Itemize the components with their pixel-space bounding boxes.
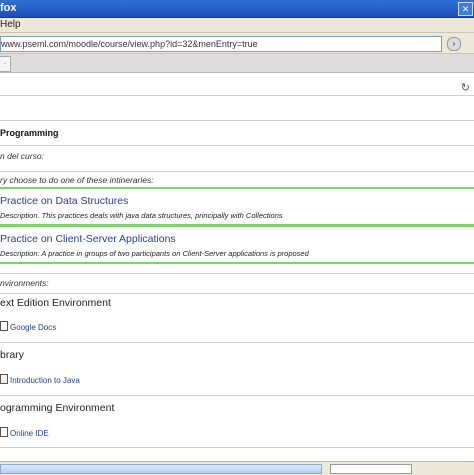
course-intro: n del curso:	[0, 151, 44, 161]
resource-link[interactable]: Online IDE	[0, 427, 49, 438]
section-title: ogramming Environment	[0, 402, 115, 414]
horizontal-scrollbar[interactable]	[0, 464, 322, 474]
page-content: ↻ Programming n del curso: ry choose to …	[0, 73, 474, 461]
option-link-client-server[interactable]: Practice on Client-Server Applications	[0, 233, 176, 245]
divider	[0, 145, 474, 146]
address-bar: www.pseml.com/moodle/course/view.php?id=…	[0, 33, 474, 54]
divider	[0, 395, 474, 396]
tab-bar: ·	[0, 54, 474, 73]
resource-link[interactable]: Introduction to Java	[0, 374, 80, 385]
document-icon	[0, 321, 8, 331]
divider	[0, 293, 474, 294]
option-description: Description: A practice in groups of two…	[0, 249, 309, 258]
itinerary-option: Practice on Data Structures Description.…	[0, 187, 474, 226]
divider	[0, 120, 474, 121]
environments-label: nvironments:	[0, 278, 49, 288]
divider	[0, 447, 474, 448]
close-window-button[interactable]: ✕	[458, 2, 473, 16]
section-title: ext Edition Environment	[0, 297, 111, 309]
itinerary-option: Practice on Client-Server Applications D…	[0, 225, 474, 264]
document-icon	[0, 427, 8, 437]
go-button[interactable]: ›	[447, 37, 461, 51]
browser-tab[interactable]: ·	[0, 56, 11, 72]
url-field[interactable]: www.pseml.com/moodle/course/view.php?id=…	[0, 36, 442, 52]
divider	[0, 342, 474, 343]
resource-link[interactable]: Google Docs	[0, 321, 56, 332]
option-description: Description. This practices deals with j…	[0, 211, 283, 220]
menu-help[interactable]: Help	[0, 19, 21, 30]
course-title: Programming	[0, 128, 59, 138]
status-bar	[0, 461, 474, 475]
refresh-icon[interactable]: ↻	[461, 81, 470, 94]
title-bar: fox ✕	[0, 0, 474, 18]
document-icon	[0, 374, 8, 384]
section-title: brary	[0, 349, 24, 361]
window-title: fox	[0, 2, 17, 14]
menu-bar: Help	[0, 18, 474, 33]
divider	[0, 171, 474, 172]
itinerary-instruction: ry choose to do one of these intinerarie…	[0, 175, 154, 185]
progress-bar	[330, 464, 412, 474]
option-link-data-structures[interactable]: Practice on Data Structures	[0, 195, 128, 207]
divider	[0, 95, 474, 96]
divider	[0, 273, 474, 274]
